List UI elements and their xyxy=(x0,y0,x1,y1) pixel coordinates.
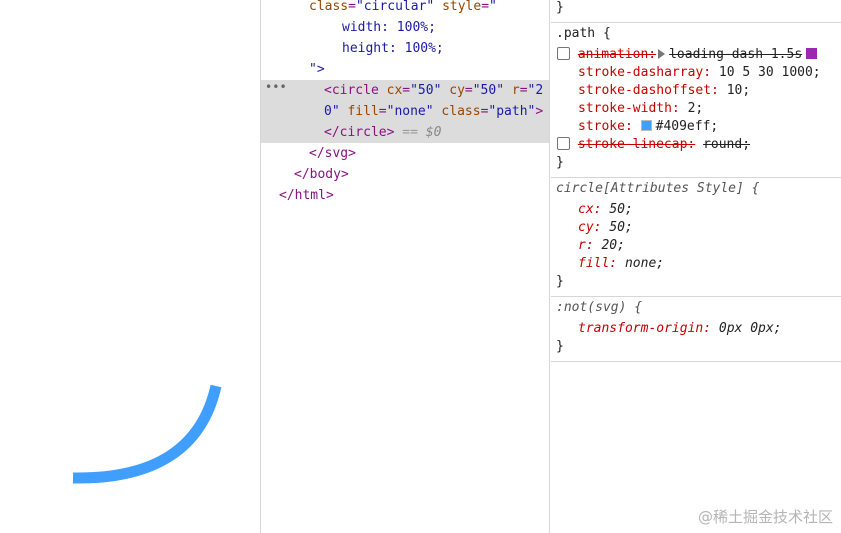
circle-close-tag: </circle> == $0 xyxy=(324,125,442,140)
fill-declaration: fill: none; xyxy=(578,256,665,271)
dom-line-style-end[interactable]: "> xyxy=(309,59,325,80)
styles-panel[interactable]: } .path { animation: loading-dash 1.5s st… xyxy=(551,0,841,533)
animation-prop: animation: xyxy=(577,47,657,62)
not-svg-selector: :not(svg) { xyxy=(556,300,643,315)
linecap-declaration[interactable]: stroke-linecap: round; xyxy=(557,136,750,154)
transform-origin-declaration: transform-origin: 0px 0px; xyxy=(578,321,782,336)
attributes-style-selector: circle[Attributes Style] { xyxy=(556,181,760,196)
animation-declaration[interactable]: animation: loading-dash 1.5s xyxy=(557,46,818,64)
circle-open-tag: <circle cx="50" cy="50" r="2 xyxy=(324,83,544,98)
path-rule[interactable]: .path { animation: loading-dash 1.5s stro… xyxy=(551,23,841,178)
attributes-rule-close: } xyxy=(556,274,564,289)
circular-spinner-preview xyxy=(72,384,222,484)
not-svg-rule[interactable]: :not(svg) { transform-origin: 0px 0px; } xyxy=(551,297,841,362)
cx-declaration: cx: 50; xyxy=(578,202,633,217)
stroke-declaration[interactable]: stroke: #409eff; xyxy=(578,118,718,136)
attributes-style-rule[interactable]: circle[Attributes Style] { cx: 50; cy: 5… xyxy=(551,178,841,297)
prev-rule: } xyxy=(551,0,841,23)
attr-name: class xyxy=(309,0,349,14)
dom-line-body-close[interactable]: </body> xyxy=(294,164,349,185)
animation-editor-icon[interactable] xyxy=(806,48,818,59)
stroke-width-declaration[interactable]: stroke-width: 2; xyxy=(578,100,703,118)
expand-arrow-icon[interactable] xyxy=(658,49,666,59)
path-rule-close: } xyxy=(556,155,564,170)
color-swatch-icon[interactable] xyxy=(640,120,652,131)
watermark: @稀土掘金技术社区 xyxy=(697,508,833,526)
attr-value: " xyxy=(489,0,497,14)
linecap-checkbox[interactable] xyxy=(557,137,570,150)
attr-value: "circular" xyxy=(355,0,435,14)
dasharray-declaration[interactable]: stroke-dasharray: 10 5 30 1000; xyxy=(578,64,821,82)
dom-line-html-close[interactable]: </html> xyxy=(279,185,334,206)
dom-line-style-height[interactable]: height: 100%; xyxy=(342,38,444,59)
cy-declaration: cy: 50; xyxy=(578,220,633,235)
dom-line-style-width[interactable]: width: 100%; xyxy=(342,17,436,38)
r-declaration: r: 20; xyxy=(578,238,625,253)
spinner-arc xyxy=(72,384,222,484)
preview-pane xyxy=(0,0,260,533)
not-svg-rule-close: } xyxy=(556,339,564,354)
attr-name: style xyxy=(442,0,482,14)
more-options-icon[interactable]: ••• xyxy=(265,80,287,94)
circle-attrs-cont: 0" fill="none" class="path"> xyxy=(324,104,544,119)
animation-value: loading-dash 1.5s xyxy=(669,47,803,62)
elements-panel[interactable]: class="circular" style=" width: 100%; he… xyxy=(260,0,550,533)
rule-close-brace: } xyxy=(556,0,564,15)
dom-line-svg-close[interactable]: </svg> xyxy=(309,143,356,164)
animation-checkbox[interactable] xyxy=(557,47,570,60)
path-selector[interactable]: .path { xyxy=(556,25,611,43)
dashoffset-declaration[interactable]: stroke-dashoffset: 10; xyxy=(578,82,750,100)
dom-line-svg-attrs[interactable]: class="circular" style=" xyxy=(309,0,497,17)
